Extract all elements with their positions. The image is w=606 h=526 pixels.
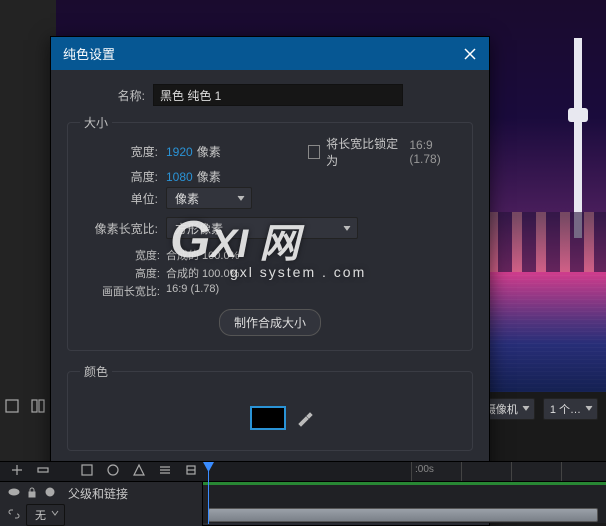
par-label: 像素长宽比:: [80, 220, 166, 237]
timeline-icon-a[interactable]: [80, 463, 94, 480]
chevron-down-icon: [585, 403, 593, 415]
size-group: 大小 宽度: 1920 像素 高度: 1080 像素 将长宽比锁定为 16:9 …: [67, 114, 473, 351]
chevron-down-icon: [343, 221, 351, 235]
info-width-value: 合成的 100.0%: [166, 247, 239, 263]
lock-icon[interactable]: [26, 486, 38, 501]
width-label: 宽度:: [80, 143, 166, 160]
par-select-value: 方形像素: [175, 220, 223, 237]
timeline-tool-icon[interactable]: [10, 463, 24, 480]
color-swatch[interactable]: [250, 406, 286, 430]
name-input[interactable]: [153, 84, 403, 106]
close-button[interactable]: [463, 47, 477, 61]
timeline-icon-c[interactable]: [132, 463, 146, 480]
views-select[interactable]: 1 个…: [543, 398, 598, 420]
height-unit: 像素: [197, 168, 221, 185]
solid-settings-dialog: 纯色设置 名称: 大小 宽度: 1920 像素 高度: 1080 像素: [50, 36, 490, 526]
info-height-label: 高度:: [90, 265, 166, 281]
timeline-icon-b[interactable]: [106, 463, 120, 480]
make-comp-size-button[interactable]: 制作合成大小: [219, 309, 321, 336]
timeline-header-row: 父级和链接: [0, 482, 606, 504]
parent-select-value: 无: [35, 510, 46, 522]
info-width-label: 宽度:: [90, 247, 166, 263]
panel-icon-1[interactable]: [4, 398, 20, 414]
timeline-icon-d[interactable]: [158, 463, 172, 480]
playhead[interactable]: [208, 462, 209, 524]
height-value[interactable]: 1080: [166, 170, 193, 184]
layer-clip[interactable]: [208, 508, 598, 522]
preview-toolbar: 摄像机 1 个…: [478, 398, 598, 420]
chevron-down-icon: [522, 403, 530, 415]
info-height-value: 合成的 100.0%: [166, 265, 239, 281]
unit-label: 单位:: [80, 190, 166, 207]
color-group-label: 颜色: [80, 363, 112, 380]
width-unit: 像素: [197, 143, 221, 160]
width-value[interactable]: 1920: [166, 145, 193, 159]
lock-aspect-label: 将长宽比锁定为: [326, 135, 399, 169]
timeline-panel: :00s 01s 父级和链接 无: [0, 461, 606, 523]
info-far-value: 16:9 (1.78): [166, 283, 219, 299]
ruler-t0: :00s: [415, 464, 434, 475]
eyedropper-icon[interactable]: [296, 409, 314, 427]
lock-aspect-value: 16:9 (1.78): [409, 138, 460, 166]
height-label: 高度:: [80, 168, 166, 185]
size-group-label: 大小: [80, 114, 112, 131]
timeline-snap-icon[interactable]: [36, 463, 50, 480]
info-far-label: 画面长宽比:: [90, 283, 166, 299]
lock-aspect-checkbox[interactable]: [308, 145, 320, 159]
panel-icon-2[interactable]: [30, 398, 46, 414]
par-select[interactable]: 方形像素: [166, 217, 358, 239]
solo-icon[interactable]: [44, 486, 56, 501]
name-label: 名称:: [67, 87, 153, 104]
unit-select-value: 像素: [175, 190, 199, 207]
views-select-label: 1 个…: [550, 404, 581, 416]
unit-select[interactable]: 像素: [166, 187, 252, 209]
dialog-titlebar: 纯色设置: [51, 37, 489, 70]
eye-icon[interactable]: [8, 486, 20, 501]
chevron-down-icon: [51, 508, 59, 520]
time-ruler[interactable]: :00s 01s: [411, 462, 606, 482]
link-icon[interactable]: [8, 508, 20, 523]
timeline-icon-e[interactable]: [184, 463, 198, 480]
parent-link-header: 父级和链接: [68, 485, 128, 502]
chevron-down-icon: [237, 191, 245, 205]
color-group: 颜色: [67, 363, 473, 451]
dialog-title: 纯色设置: [63, 44, 115, 63]
